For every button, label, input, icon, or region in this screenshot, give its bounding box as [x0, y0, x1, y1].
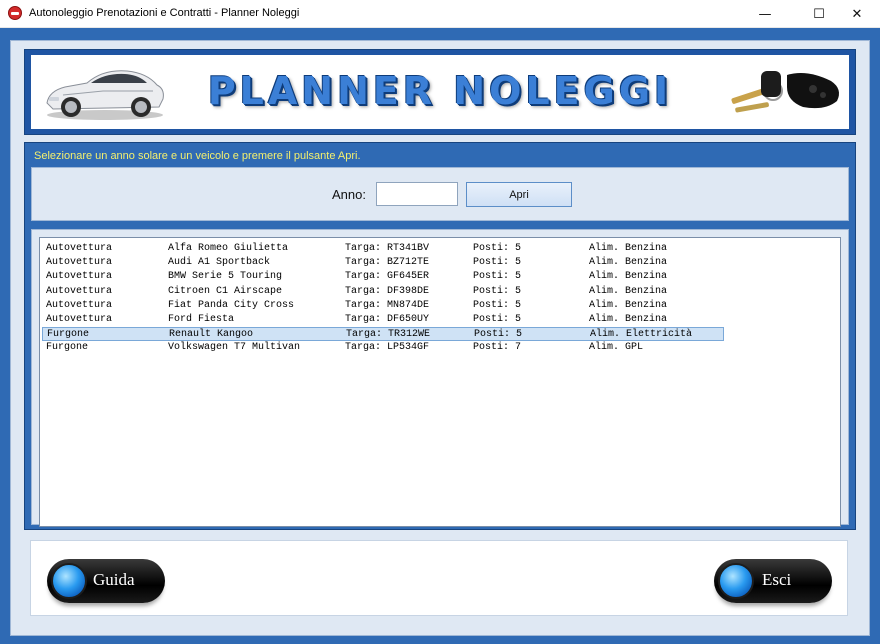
list-item[interactable]: Furgone Volkswagen T7 Multivan Targa: LP53… — [42, 341, 724, 355]
blue-orb-icon — [51, 563, 87, 599]
banner-inner: PLANNER NOLEGGI — [31, 55, 849, 129]
apri-button[interactable]: Apri — [466, 182, 572, 207]
vehicle-modello: Volkswagen T7 Multivan — [168, 342, 301, 354]
vehicle-tipo: Autovettura — [46, 299, 113, 311]
bottom-bar: Guida Esci — [30, 540, 848, 616]
list-item[interactable]: Furgone Renault Kangoo Targa: TR312WE Posti… — [42, 327, 724, 342]
esci-label: Esci — [762, 570, 792, 589]
vehicle-targa: Targa: BZ712TE — [345, 257, 430, 269]
vehicle-tipo: Furgone — [46, 342, 89, 354]
vehicle-list[interactable]: Autovettura Alfa Romeo Giulietta Targa: RT… — [39, 237, 841, 527]
vehicle-modello: Alfa Romeo Giulietta — [168, 243, 289, 254]
vehicle-targa: Targa: TR312WE — [346, 329, 431, 341]
blue-orb-icon — [718, 563, 754, 599]
vehicle-targa: Targa: DF650UY — [345, 314, 430, 325]
app-icon — [8, 6, 22, 20]
vehicle-modello: BMW Serie 5 Touring — [168, 271, 283, 283]
guida-button[interactable]: Guida — [47, 559, 165, 603]
vehicle-posti: Posti: 5 — [473, 314, 522, 325]
vehicle-modello: Citroen C1 Airscape — [168, 285, 283, 297]
vehicle-tipo: Autovettura — [46, 243, 113, 254]
vehicle-modello: Audi A1 Sportback — [168, 257, 271, 269]
anno-input[interactable] — [376, 182, 458, 206]
list-item[interactable]: Autovettura Fiat Panda City Cross Targa: M… — [42, 299, 724, 313]
window-title: Autonoleggio Prenotazioni e Contratti - … — [29, 7, 300, 19]
vehicle-targa: Targa: RT341BV — [345, 243, 430, 254]
close-button[interactable]: ✕ — [834, 0, 880, 28]
vehicle-tipo: Autovettura — [46, 314, 113, 325]
year-form: Anno: Apri — [31, 167, 849, 221]
banner: PLANNER NOLEGGI — [24, 49, 856, 135]
selection-panel: Selezionare un anno solare e un veicolo … — [24, 142, 856, 530]
vehicle-list-frame: Autovettura Alfa Romeo Giulietta Targa: RT… — [31, 229, 849, 527]
list-item[interactable]: Autovettura Ford Fiesta Targa: DF650UY Post… — [42, 313, 724, 327]
vehicle-tipo: Furgone — [47, 329, 90, 341]
vehicle-alim: Alim. Benzina — [589, 243, 668, 254]
list-item[interactable]: Autovettura BMW Serie 5 Touring Targa: GF6… — [42, 270, 724, 284]
esci-button[interactable]: Esci — [714, 559, 832, 603]
vehicle-posti: Posti: 7 — [473, 342, 522, 354]
vehicle-targa: Targa: DF398DE — [345, 285, 430, 297]
vehicle-alim: Alim. Benzina — [589, 257, 668, 269]
car-keys-icon — [731, 71, 839, 113]
vehicle-targa: Targa: LP534GF — [345, 342, 430, 354]
vehicle-modello: Renault Kangoo — [169, 329, 254, 341]
vehicle-alim: Alim. Elettricità — [590, 329, 693, 341]
list-item[interactable]: Autovettura Audi A1 Sportback Targa: BZ712… — [42, 256, 724, 270]
list-item[interactable]: Autovettura Alfa Romeo Giulietta Targa: RT… — [42, 242, 724, 256]
vehicle-alim: Alim. Benzina — [589, 299, 668, 311]
minimize-button[interactable]: — — [742, 0, 788, 28]
vehicle-posti: Posti: 5 — [473, 271, 522, 283]
title-bar: Autonoleggio Prenotazioni e Contratti - … — [0, 0, 880, 28]
vehicle-alim: Alim. GPL — [589, 342, 644, 354]
vehicle-posti: Posti: 5 — [473, 285, 522, 297]
vehicle-alim: Alim. Benzina — [589, 271, 668, 283]
vehicle-tipo: Autovettura — [46, 257, 113, 269]
guida-label: Guida — [93, 570, 135, 589]
vehicle-targa: Targa: MN874DE — [345, 299, 430, 311]
vehicle-posti: Posti: 5 — [473, 243, 522, 254]
vehicle-posti: Posti: 5 — [473, 299, 522, 311]
vehicle-alim: Alim. Benzina — [589, 285, 668, 297]
anno-label: Anno: — [332, 187, 366, 202]
vehicle-tipo: Autovettura — [46, 271, 113, 283]
vehicle-posti: Posti: 5 — [473, 257, 522, 269]
vehicle-targa: Targa: GF645ER — [345, 271, 430, 283]
vehicle-modello: Fiat Panda City Cross — [168, 299, 295, 311]
vehicle-tipo: Autovettura — [46, 285, 113, 297]
vehicle-posti: Posti: 5 — [474, 329, 523, 341]
instruction-text: Selezionare un anno solare e un veicolo … — [34, 150, 361, 162]
vehicle-modello: Ford Fiesta — [168, 314, 235, 325]
vehicle-alim: Alim. Benzina — [589, 314, 668, 325]
list-item[interactable]: Autovettura Citroen C1 Airscape Targa: DF3… — [42, 285, 724, 299]
